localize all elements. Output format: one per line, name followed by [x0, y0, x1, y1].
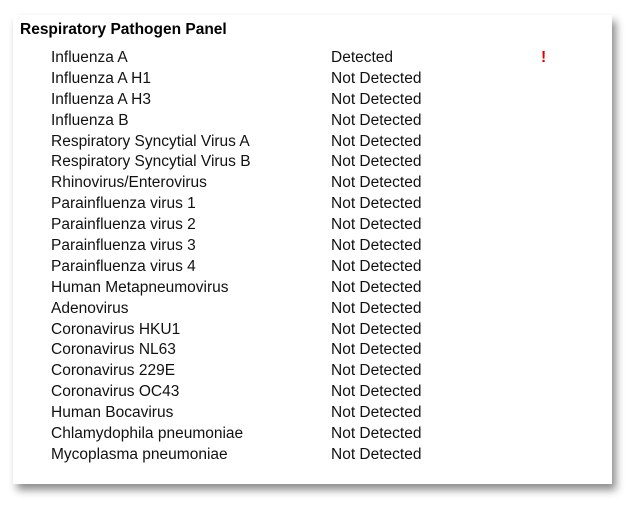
pathogen-name: Parainfluenza virus 3 [51, 237, 196, 255]
result-row: Rhinovirus/Enterovirus Not Detected [13, 173, 612, 194]
pathogen-name: Human Bocavirus [51, 404, 174, 422]
result-row: Parainfluenza virus 4 Not Detected [13, 257, 612, 278]
pathogen-name: Respiratory Syncytial Virus B [51, 153, 251, 171]
result-value: Not Detected [331, 320, 422, 338]
result-row: Human Metapneumovirus Not Detected [13, 278, 612, 299]
pathogen-name: Respiratory Syncytial Virus A [51, 132, 250, 150]
result-row: Influenza A Detected! [13, 48, 612, 69]
result-row: Parainfluenza virus 1 Not Detected [13, 194, 612, 215]
result-row: Parainfluenza virus 3 Not Detected [13, 236, 612, 257]
result-value: Not Detected [331, 404, 422, 422]
result-row: Coronavirus NL63 Not Detected [13, 340, 612, 361]
result-value: Not Detected [331, 425, 422, 443]
result-row: Coronavirus HKU1 Not Detected [13, 320, 612, 341]
pathogen-name: Coronavirus OC43 [51, 383, 180, 401]
result-row: Coronavirus OC43 Not Detected [13, 382, 612, 403]
result-row: Adenovirus Not Detected [13, 299, 612, 320]
result-value: Not Detected [331, 278, 422, 296]
result-value: Not Detected [331, 341, 422, 359]
result-row: Parainfluenza virus 2 Not Detected [13, 215, 612, 236]
result-value: Not Detected [331, 174, 422, 192]
result-row: Chlamydophila pneumoniae Not Detected [13, 424, 612, 445]
result-value: Not Detected [331, 90, 422, 108]
result-value: Detected [331, 49, 394, 66]
result-row: Mycoplasma pneumoniae Not Detected [13, 445, 612, 466]
pathogen-name: Influenza B [51, 111, 129, 129]
pathogen-name: Coronavirus 229E [51, 362, 176, 380]
pathogen-name: Chlamydophila pneumoniae [51, 425, 244, 443]
pathogen-name: Rhinovirus/Enterovirus [51, 174, 207, 192]
result-value: Not Detected [331, 153, 422, 171]
pathogen-name: Mycoplasma pneumoniae [51, 445, 228, 463]
pathogen-name: Influenza A H1 [51, 69, 151, 87]
result-value: Not Detected [331, 132, 422, 150]
pathogen-name: Parainfluenza virus 2 [51, 216, 196, 234]
result-row: Influenza A H3 Not Detected [13, 90, 612, 111]
result-value: Not Detected [331, 195, 422, 213]
pathogen-name: Parainfluenza virus 1 [51, 195, 196, 213]
result-value: Not Detected [331, 383, 422, 401]
pathogen-name: Influenza A [51, 49, 128, 66]
results-panel: Respiratory Pathogen Panel Influenza A De… [13, 15, 612, 484]
result-row: Influenza B Not Detected [13, 111, 612, 132]
pathogen-name: Adenovirus [51, 299, 129, 317]
result-value: Not Detected [331, 69, 422, 87]
pathogen-name: Influenza A H3 [51, 90, 151, 108]
pathogen-name: Human Metapneumovirus [51, 278, 229, 296]
result-row: Human Bocavirus Not Detected [13, 403, 612, 424]
result-value: Not Detected [331, 216, 422, 234]
result-value: Not Detected [331, 362, 422, 380]
result-row: Influenza A H1 Not Detected [13, 69, 612, 90]
result-value: Not Detected [331, 237, 422, 255]
result-row: Coronavirus 229E Not Detected [13, 361, 612, 382]
result-value: Not Detected [331, 257, 422, 275]
panel-title: Respiratory Pathogen Panel [20, 21, 227, 38]
pathogen-name: Coronavirus HKU1 [51, 320, 181, 338]
result-row: Respiratory Syncytial Virus A Not Detecte… [13, 132, 612, 153]
result-value: Not Detected [331, 299, 422, 317]
result-value: Not Detected [331, 445, 422, 463]
pathogen-name: Parainfluenza virus 4 [51, 257, 196, 275]
abnormal-flag-icon: ! [541, 49, 547, 66]
result-row: Respiratory Syncytial Virus B Not Detecte… [13, 152, 612, 173]
pathogen-name: Coronavirus NL63 [51, 341, 176, 359]
result-value: Not Detected [331, 111, 422, 129]
results-list: Influenza A Detected! Influenza A H1 Not De… [13, 48, 612, 466]
